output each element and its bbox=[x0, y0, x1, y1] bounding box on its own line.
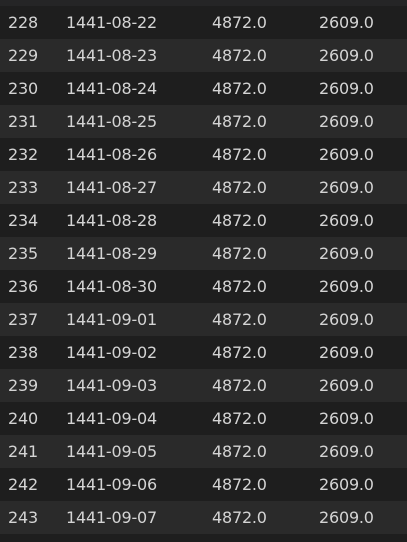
table-row: 228 1441-08-22 4872.0 2609.0 bbox=[0, 6, 407, 39]
date-cell: 1441-08-24 bbox=[66, 79, 157, 98]
row-index: 231 bbox=[8, 112, 38, 131]
table-row: 239 1441-09-03 4872.0 2609.0 bbox=[0, 369, 407, 402]
row-index: 235 bbox=[8, 244, 38, 263]
date-cell: 1441-08-29 bbox=[66, 244, 157, 263]
value1-cell: 4872.0 bbox=[212, 178, 267, 197]
date-cell: 1441-09-01 bbox=[66, 310, 157, 329]
table-row: 237 1441-09-01 4872.0 2609.0 bbox=[0, 303, 407, 336]
table-row: 232 1441-08-26 4872.0 2609.0 bbox=[0, 138, 407, 171]
value1-cell: 4872.0 bbox=[212, 112, 267, 131]
value2-cell: 2609.0 bbox=[319, 310, 374, 329]
value2-cell: 2609.0 bbox=[319, 13, 374, 32]
row-index: 241 bbox=[8, 442, 38, 461]
row-index: 243 bbox=[8, 508, 38, 527]
row-index: 240 bbox=[8, 409, 38, 428]
table-row: 240 1441-09-04 4872.0 2609.0 bbox=[0, 402, 407, 435]
date-cell: 1441-08-26 bbox=[66, 145, 157, 164]
date-cell: 1441-08-27 bbox=[66, 178, 157, 197]
date-cell: 1441-09-07 bbox=[66, 508, 157, 527]
value1-cell: 4872.0 bbox=[212, 244, 267, 263]
value2-cell: 2609.0 bbox=[319, 46, 374, 65]
date-cell: 1441-09-02 bbox=[66, 343, 157, 362]
value1-cell: 4872.0 bbox=[212, 310, 267, 329]
value1-cell: 4872.0 bbox=[212, 13, 267, 32]
value2-cell: 2609.0 bbox=[319, 409, 374, 428]
table-row: 236 1441-08-30 4872.0 2609.0 bbox=[0, 270, 407, 303]
row-index: 228 bbox=[8, 13, 38, 32]
row-index: 234 bbox=[8, 211, 38, 230]
row-index: 236 bbox=[8, 277, 38, 296]
value1-cell: 4872.0 bbox=[212, 343, 267, 362]
table-row: 241 1441-09-05 4872.0 2609.0 bbox=[0, 435, 407, 468]
table-row: 235 1441-08-29 4872.0 2609.0 bbox=[0, 237, 407, 270]
table-row: 234 1441-08-28 4872.0 2609.0 bbox=[0, 204, 407, 237]
table-row: 238 1441-09-02 4872.0 2609.0 bbox=[0, 336, 407, 369]
row-index: 242 bbox=[8, 475, 38, 494]
value1-cell: 4872.0 bbox=[212, 508, 267, 527]
table-row: 230 1441-08-24 4872.0 2609.0 bbox=[0, 72, 407, 105]
date-cell: 1441-09-04 bbox=[66, 409, 157, 428]
date-cell: 1441-08-23 bbox=[66, 46, 157, 65]
value1-cell: 4872.0 bbox=[212, 211, 267, 230]
value2-cell: 2609.0 bbox=[319, 442, 374, 461]
value2-cell: 2609.0 bbox=[319, 508, 374, 527]
row-index: 230 bbox=[8, 79, 38, 98]
value2-cell: 2609.0 bbox=[319, 178, 374, 197]
value1-cell: 4872.0 bbox=[212, 442, 267, 461]
value2-cell: 2609.0 bbox=[319, 343, 374, 362]
row-index: 239 bbox=[8, 376, 38, 395]
value1-cell: 4872.0 bbox=[212, 145, 267, 164]
value1-cell: 4872.0 bbox=[212, 409, 267, 428]
table-row: 243 1441-09-07 4872.0 2609.0 bbox=[0, 501, 407, 534]
table-row: 242 1441-09-06 4872.0 2609.0 bbox=[0, 468, 407, 501]
row-index: 237 bbox=[8, 310, 38, 329]
value2-cell: 2609.0 bbox=[319, 277, 374, 296]
value2-cell: 2609.0 bbox=[319, 211, 374, 230]
bottom-edge bbox=[0, 534, 407, 542]
value2-cell: 2609.0 bbox=[319, 112, 374, 131]
value1-cell: 4872.0 bbox=[212, 376, 267, 395]
row-index: 229 bbox=[8, 46, 38, 65]
value1-cell: 4872.0 bbox=[212, 46, 267, 65]
date-cell: 1441-08-30 bbox=[66, 277, 157, 296]
value1-cell: 4872.0 bbox=[212, 475, 267, 494]
date-cell: 1441-09-06 bbox=[66, 475, 157, 494]
date-cell: 1441-09-03 bbox=[66, 376, 157, 395]
value2-cell: 2609.0 bbox=[319, 376, 374, 395]
value2-cell: 2609.0 bbox=[319, 244, 374, 263]
date-cell: 1441-08-22 bbox=[66, 13, 157, 32]
value2-cell: 2609.0 bbox=[319, 79, 374, 98]
data-table: 228 1441-08-22 4872.0 2609.0 229 1441-08… bbox=[0, 6, 407, 534]
date-cell: 1441-08-28 bbox=[66, 211, 157, 230]
row-index: 232 bbox=[8, 145, 38, 164]
value1-cell: 4872.0 bbox=[212, 79, 267, 98]
table-row: 229 1441-08-23 4872.0 2609.0 bbox=[0, 39, 407, 72]
value2-cell: 2609.0 bbox=[319, 475, 374, 494]
table-body: 228 1441-08-22 4872.0 2609.0 229 1441-08… bbox=[0, 6, 407, 534]
date-cell: 1441-09-05 bbox=[66, 442, 157, 461]
table-row: 233 1441-08-27 4872.0 2609.0 bbox=[0, 171, 407, 204]
table-row: 231 1441-08-25 4872.0 2609.0 bbox=[0, 105, 407, 138]
row-index: 233 bbox=[8, 178, 38, 197]
row-index: 238 bbox=[8, 343, 38, 362]
dataframe-output: 228 1441-08-22 4872.0 2609.0 229 1441-08… bbox=[0, 0, 407, 542]
value1-cell: 4872.0 bbox=[212, 277, 267, 296]
value2-cell: 2609.0 bbox=[319, 145, 374, 164]
date-cell: 1441-08-25 bbox=[66, 112, 157, 131]
